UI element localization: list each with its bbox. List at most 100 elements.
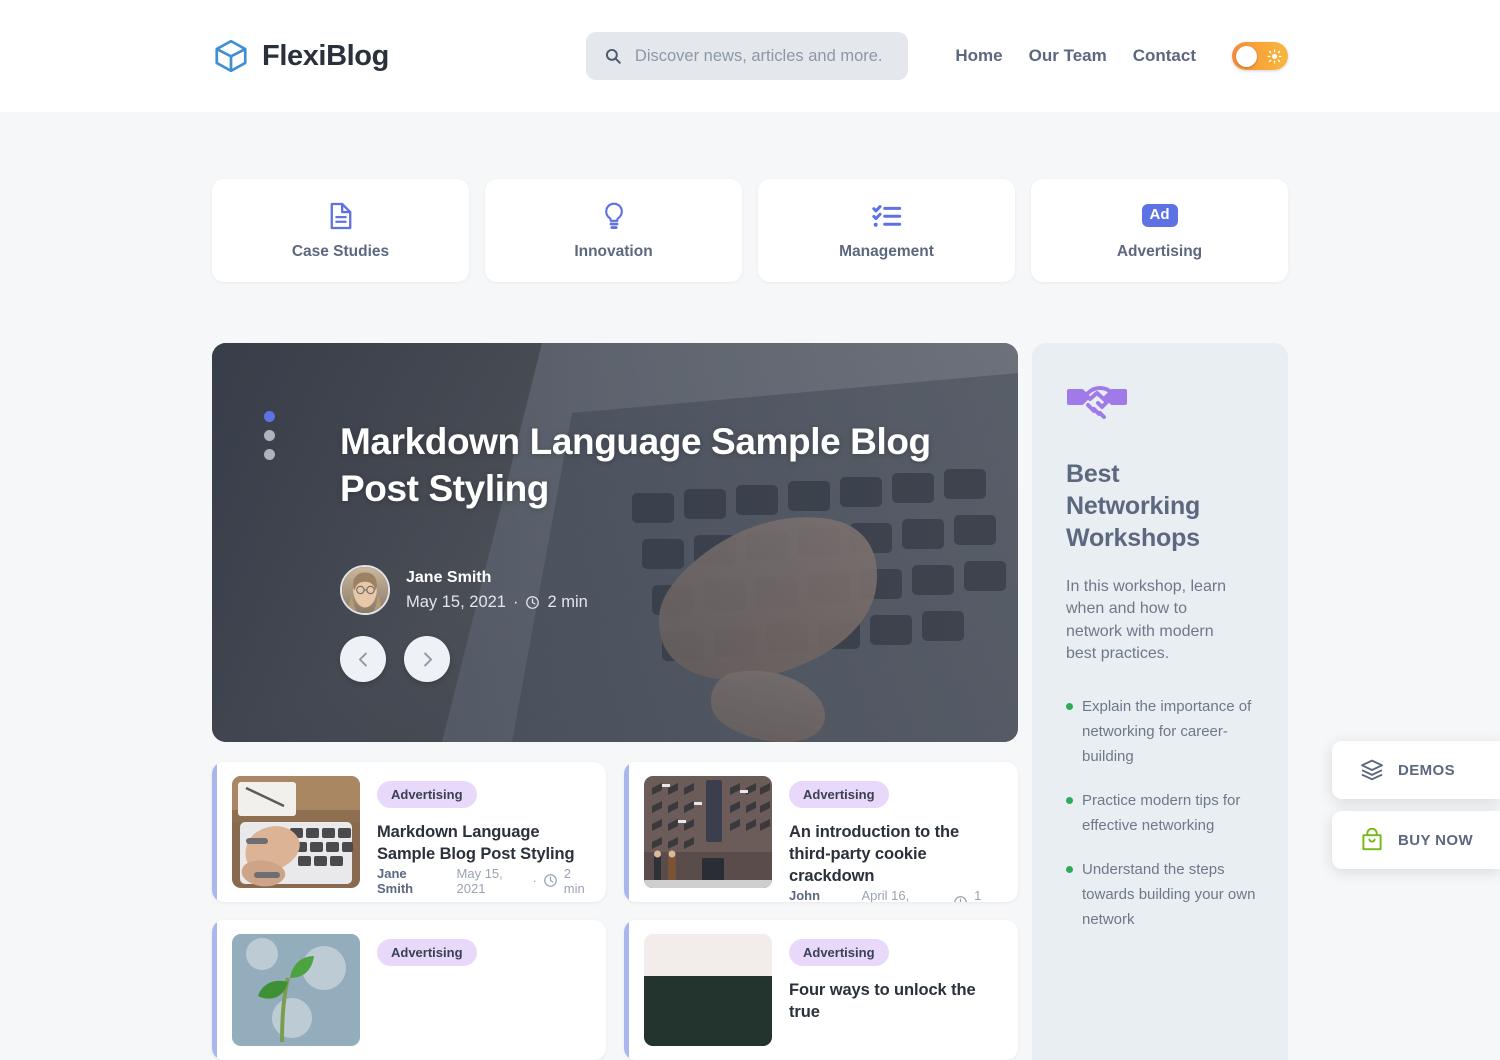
floating-action-buttons: DEMOS BUY NOW <box>1332 741 1500 869</box>
checklist-icon <box>871 201 902 231</box>
brand-logo[interactable]: FlexiBlog <box>212 37 389 75</box>
handshake-icon <box>1066 381 1258 430</box>
hero-submeta: May 15, 2021 · 2 min <box>406 593 588 612</box>
carousel-dot-2[interactable] <box>264 430 275 441</box>
main-nav: Home Our Team Contact <box>955 42 1288 70</box>
article-separator: · <box>532 873 537 889</box>
hero-title: Markdown Language Sample Blog Post Styli… <box>340 421 931 509</box>
carousel-prev-button[interactable] <box>340 636 386 682</box>
ad-badge-text: Ad <box>1141 204 1178 227</box>
main-column: Markdown Language Sample Blog Post Styli… <box>212 343 1018 1060</box>
search-icon <box>604 47 622 65</box>
carousel-dots <box>264 411 275 460</box>
lightbulb-icon <box>601 201 627 231</box>
document-icon <box>327 201 355 231</box>
sidebar-description: In this workshop, learn when and how to … <box>1066 578 1227 663</box>
sidebar-bullet-list: Explain the importance of networking for… <box>1066 694 1258 932</box>
list-item: Understand the steps towards building yo… <box>1066 857 1256 932</box>
buy-now-button[interactable]: BUY NOW <box>1332 811 1500 869</box>
article-thumbnail <box>232 776 360 888</box>
status-badge[interactable]: Advertising <box>377 781 477 808</box>
article-read-time: 2 min <box>563 865 585 896</box>
clock-icon <box>543 873 558 888</box>
theme-toggle[interactable] <box>1232 42 1288 70</box>
cube-icon <box>212 37 250 75</box>
ad-badge-icon: Ad <box>1141 201 1178 231</box>
category-label: Management <box>839 242 934 260</box>
article-read-time: 1 min <box>974 887 982 902</box>
article-title: Markdown Language Sample Blog Post Styli… <box>377 823 575 863</box>
table-row[interactable]: Advertising Four ways to unlock the true <box>624 920 1018 1060</box>
demos-label: DEMOS <box>1398 761 1456 779</box>
avatar <box>340 565 390 616</box>
article-author: Jane Smith <box>377 865 414 896</box>
article-body: Advertising <box>377 934 477 1046</box>
category-label: Advertising <box>1116 242 1203 260</box>
category-management[interactable]: Management <box>758 179 1015 282</box>
chevron-left-icon <box>358 652 367 666</box>
category-advertising[interactable]: Ad Advertising <box>1031 179 1288 282</box>
article-thumbnail <box>232 934 360 1046</box>
hero-author: Jane Smith <box>406 568 492 586</box>
article-title: An introduction to the third-party cooki… <box>789 823 960 885</box>
article-body: Advertising An introduction to the third… <box>789 776 1004 902</box>
hero-author-block: Jane Smith May 15, 2021 · 2 min <box>406 569 588 612</box>
nav-item-our-team[interactable]: Our Team <box>1029 46 1107 66</box>
search-input[interactable] <box>634 46 890 66</box>
table-row[interactable]: Advertising <box>212 920 606 1060</box>
category-cards: Case Studies Innovation Management Ad Ad… <box>212 179 1288 282</box>
article-thumbnail <box>644 776 772 888</box>
demos-button[interactable]: DEMOS <box>1332 741 1500 799</box>
hero-read-time: 2 min <box>547 592 588 611</box>
carousel-dot-3[interactable] <box>264 449 275 460</box>
page-title: Best Networking Workshops <box>1066 460 1201 552</box>
chevron-right-icon <box>423 652 432 666</box>
shopping-bag-icon <box>1360 828 1384 852</box>
article-thumbnail <box>644 934 772 1046</box>
article-date: May 15, 2021 <box>456 865 503 896</box>
article-meta: Jane Smith May 15, 2021 · 2 min <box>377 866 592 900</box>
article-body: Advertising Markdown Language Sample Blo… <box>377 776 592 896</box>
hero-date: May 15, 2021 <box>406 592 506 611</box>
hero-carousel[interactable]: Markdown Language Sample Blog Post Styli… <box>212 343 1018 742</box>
toggle-knob <box>1236 45 1257 67</box>
article-date-readtime: May 15, 2021 · 2 min <box>457 866 592 896</box>
buy-now-label: BUY NOW <box>1398 831 1474 849</box>
category-case-studies[interactable]: Case Studies <box>212 179 469 282</box>
nav-item-contact[interactable]: Contact <box>1133 46 1196 66</box>
article-title: Four ways to unlock the true <box>789 981 976 1021</box>
article-meta: John Doe April 16, 2020 · 1 min <box>789 888 1004 902</box>
article-date-readtime: April 16, 2020 · 1 min <box>862 888 1005 902</box>
category-label: Case Studies <box>291 242 390 260</box>
article-body: Advertising Four ways to unlock the true <box>789 934 1004 1046</box>
nav-item-home[interactable]: Home <box>955 46 1002 66</box>
status-badge[interactable]: Advertising <box>789 781 889 808</box>
table-row[interactable]: Advertising An introduction to the third… <box>624 762 1018 902</box>
clock-icon <box>525 595 540 610</box>
content-area: Markdown Language Sample Blog Post Styli… <box>212 343 1288 1060</box>
table-row[interactable]: Advertising Markdown Language Sample Blo… <box>212 762 606 902</box>
search-bar[interactable] <box>585 32 908 80</box>
layers-icon <box>1360 758 1384 782</box>
hero-body: Markdown Language Sample Blog Post Styli… <box>340 419 958 616</box>
carousel-next-button[interactable] <box>404 636 450 682</box>
category-innovation[interactable]: Innovation <box>485 179 742 282</box>
article-author: John Doe <box>789 887 821 902</box>
category-label: Innovation <box>574 242 653 260</box>
sun-icon <box>1267 49 1282 64</box>
status-badge[interactable]: Advertising <box>377 939 477 966</box>
clock-icon <box>953 895 968 902</box>
hero-meta: Jane Smith May 15, 2021 · 2 min <box>340 565 958 616</box>
avatar-image <box>342 567 388 614</box>
site-header: FlexiBlog Home Our Team Contact <box>0 0 1500 112</box>
list-item: Practice modern tips for effective netwo… <box>1066 788 1256 838</box>
hero-separator: · <box>512 592 519 611</box>
brand-name: FlexiBlog <box>262 39 389 72</box>
status-badge[interactable]: Advertising <box>789 939 889 966</box>
carousel-arrows <box>340 636 450 682</box>
carousel-dot-1[interactable] <box>264 411 275 422</box>
article-date: April 16, 2020 <box>861 887 910 902</box>
page-content: Case Studies Innovation Management Ad Ad… <box>0 179 1500 1060</box>
article-separator: · <box>943 895 947 902</box>
article-list: Advertising Markdown Language Sample Blo… <box>212 762 1018 1060</box>
